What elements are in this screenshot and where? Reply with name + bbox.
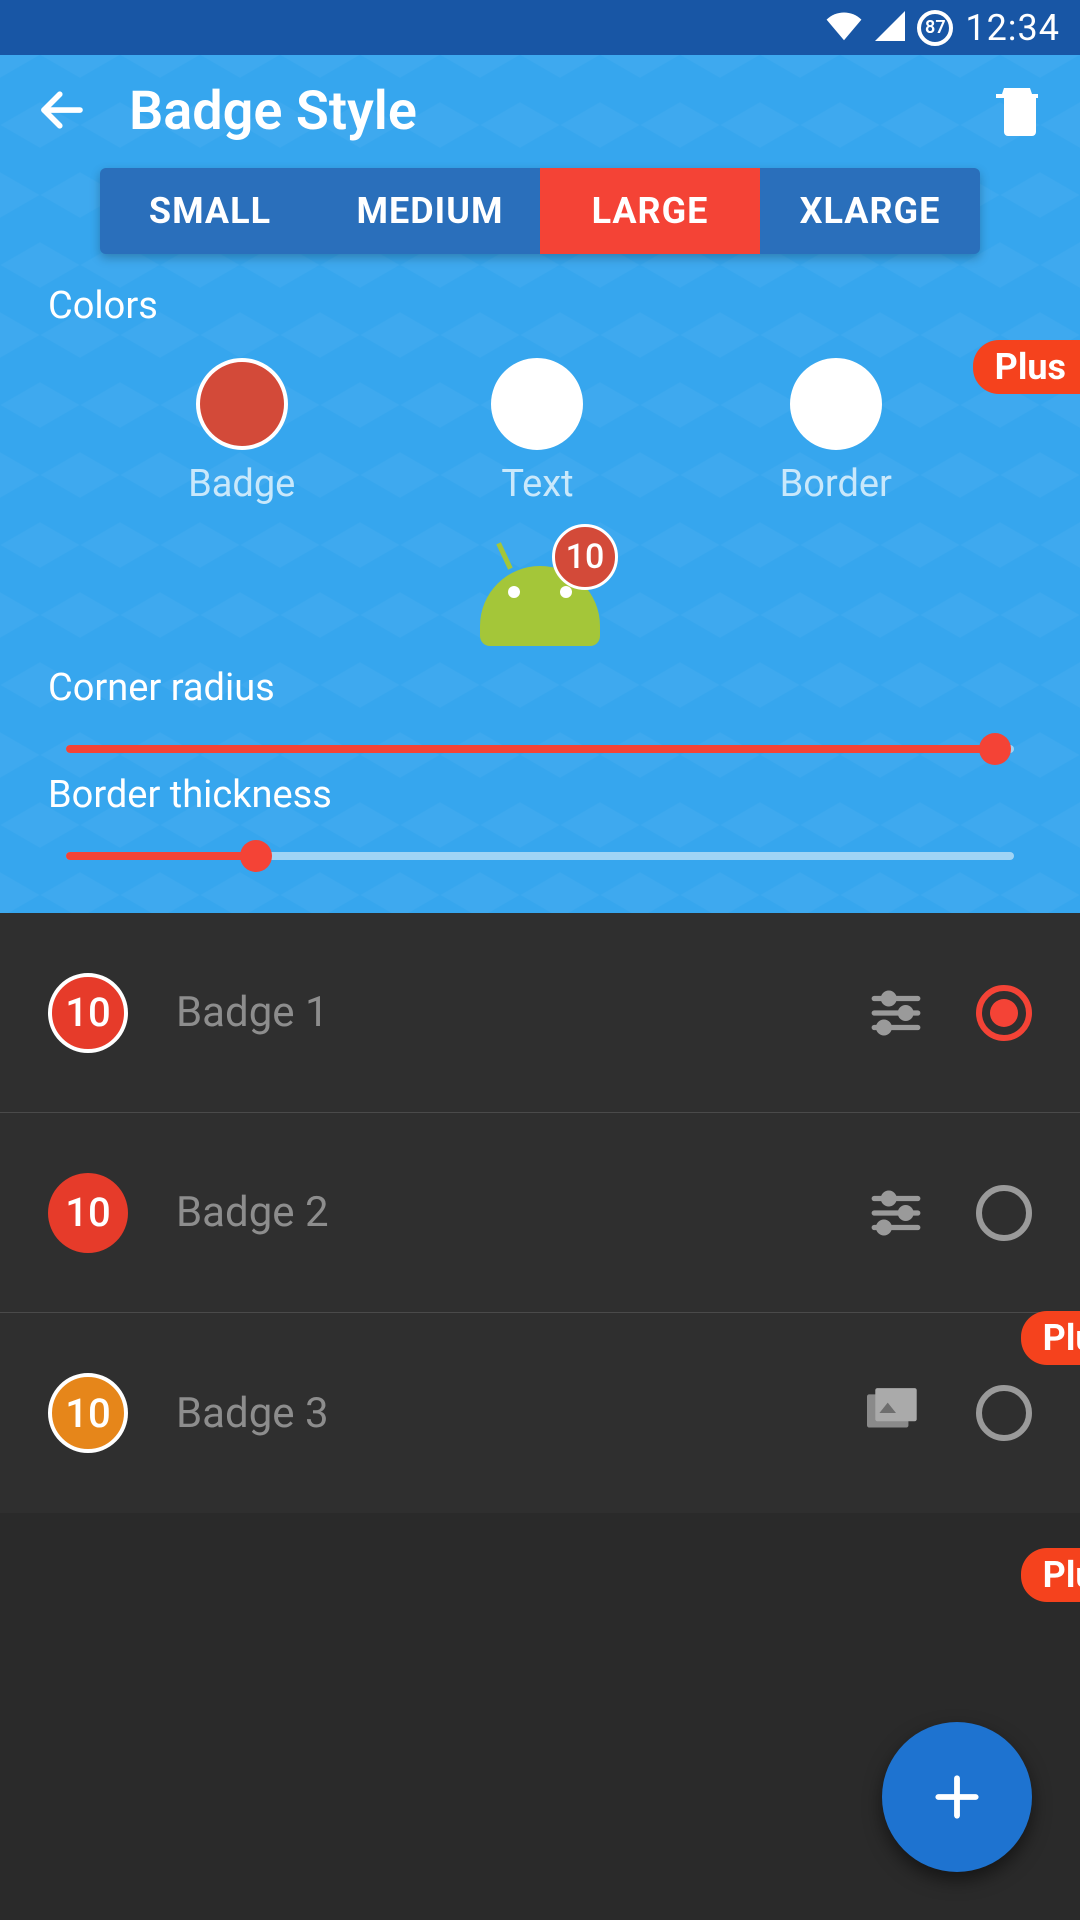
battery-indicator: 87 [917,10,953,46]
battery-level-text: 87 [925,17,946,38]
border-thickness-slider[interactable] [66,852,1014,860]
badge-row-label: Badge 2 [176,1188,816,1237]
corner-radius-section: Corner radius Plus [0,666,1080,753]
slider-thumb[interactable] [979,733,1011,765]
tab-medium[interactable]: MEDIUM [320,168,540,254]
app-bar: Badge Style [0,55,1080,168]
badge-chip: 10 [48,1373,128,1453]
swatch-badge[interactable]: Badge [188,358,295,506]
swatch-badge-label: Badge [188,462,295,506]
badge-row-1[interactable]: 10 Badge 1 [0,913,1080,1113]
sliders-icon[interactable] [864,1184,928,1242]
signal-icon [875,11,905,45]
tab-large[interactable]: LARGE [540,168,760,254]
tab-small[interactable]: SMALL [100,168,320,254]
border-thickness-section: Border thickness Plus [0,773,1080,860]
settings-panel: Badge Style SMALL MEDIUM LARGE XLARGE Co… [0,55,1080,913]
android-icon: 10 [480,536,600,646]
badge-row-label: Badge 1 [176,988,816,1037]
trash-icon[interactable] [995,82,1045,142]
plus-badge-border[interactable]: Plus [1021,1548,1080,1602]
corner-radius-slider[interactable] [66,745,1014,753]
badge-chip: 10 [48,973,128,1053]
border-color-circle [790,358,882,450]
badge-list: 10 Badge 1 10 Badge 2 10 Badge 3 [0,913,1080,1513]
tab-xlarge[interactable]: XLARGE [760,168,980,254]
preview-badge-count: 10 [552,524,618,590]
radio-unselected[interactable] [976,1185,1032,1241]
clock: 12:34 [965,7,1060,49]
add-button[interactable] [882,1722,1032,1872]
corner-radius-label: Corner radius [48,666,1032,710]
status-bar: 87 12:34 [0,0,1080,55]
swatch-text[interactable]: Text [491,358,583,506]
radio-selected[interactable] [976,985,1032,1041]
page-title: Badge Style [129,80,955,143]
images-icon[interactable] [864,1388,928,1438]
badge-preview: 10 [0,536,1080,646]
swatch-border-label: Border [780,462,892,506]
badge-row-3[interactable]: 10 Badge 3 [0,1313,1080,1513]
color-swatches: Badge Text Border [0,338,1080,506]
plus-badge-corner[interactable]: Plus [1021,1311,1080,1365]
badge-row-label: Badge 3 [176,1389,816,1438]
colors-section-label: Colors [0,254,1080,338]
text-color-circle [491,358,583,450]
badge-chip: 10 [48,1173,128,1253]
badge-row-2[interactable]: 10 Badge 2 [0,1113,1080,1313]
plus-badge-colors[interactable]: Plus [973,340,1080,394]
swatch-border[interactable]: Border [780,358,892,506]
slider-thumb[interactable] [240,840,272,872]
back-arrow-icon[interactable] [35,83,89,141]
wifi-icon [825,11,863,45]
badge-color-circle [196,358,288,450]
swatch-text-label: Text [501,462,573,506]
radio-unselected[interactable] [976,1385,1032,1441]
sliders-icon[interactable] [864,984,928,1042]
border-thickness-label: Border thickness [48,773,1032,817]
size-tabs: SMALL MEDIUM LARGE XLARGE [100,168,980,254]
